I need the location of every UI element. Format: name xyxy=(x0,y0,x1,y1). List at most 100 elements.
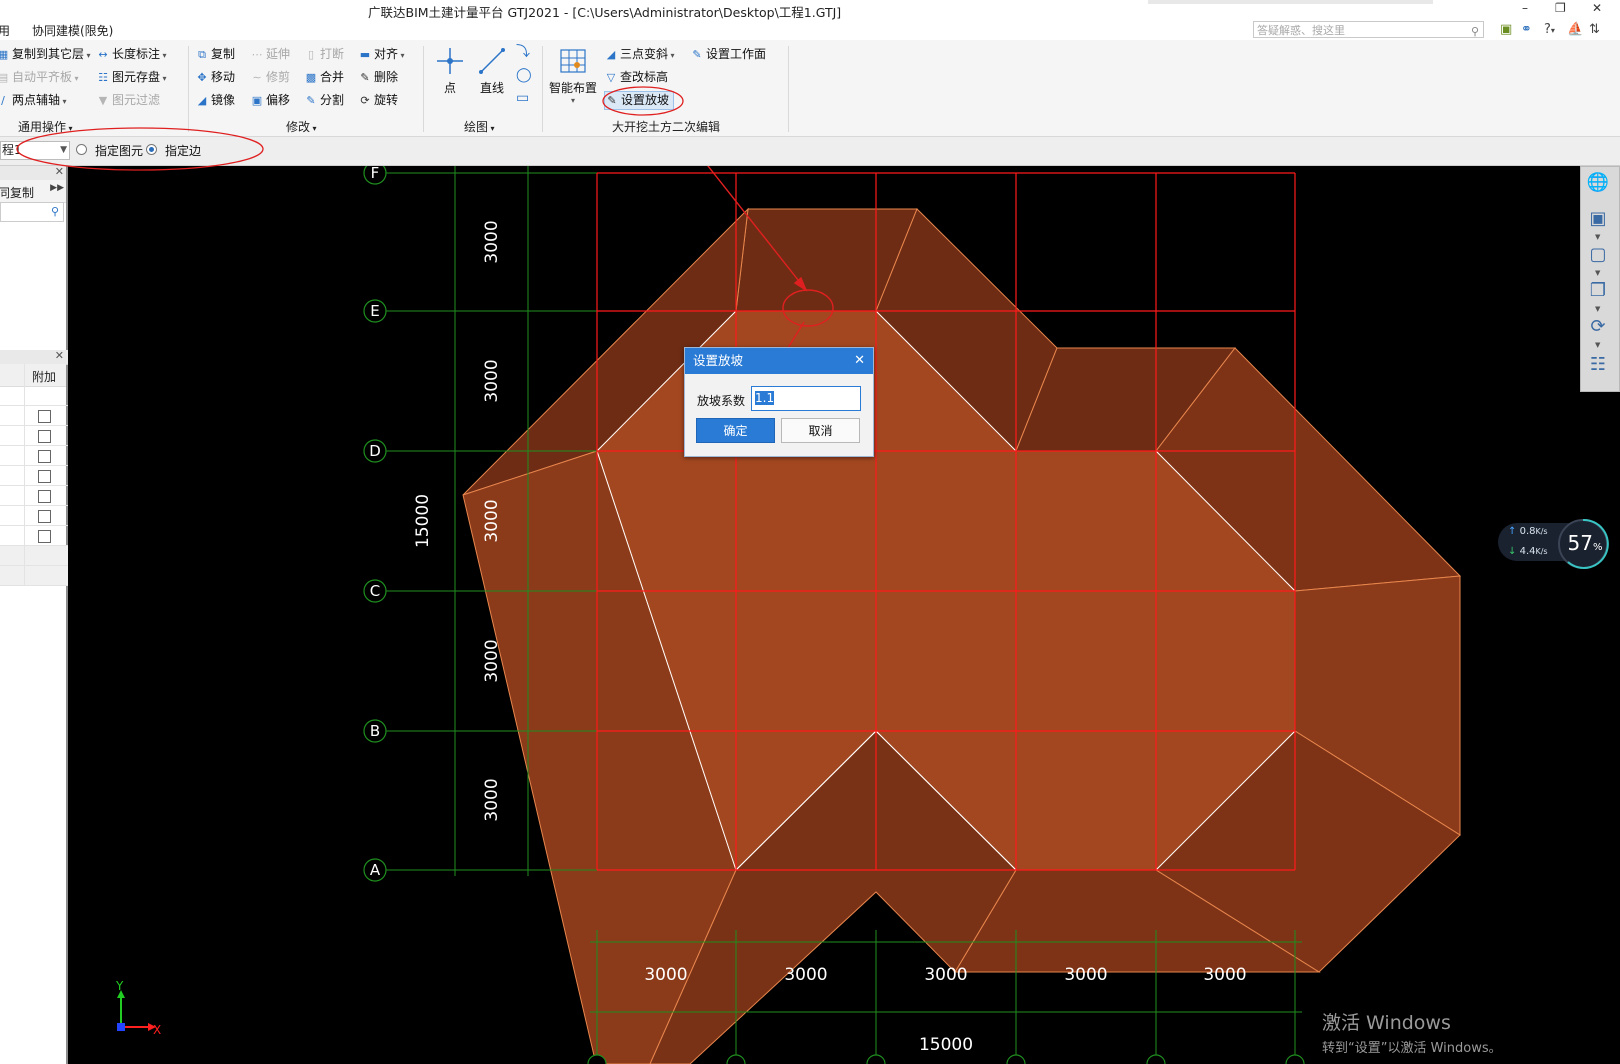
watermark-line2: 转到“设置”以激活 Windows。 xyxy=(1322,1041,1502,1056)
left-panel: ✕ 同复制 ▶▶ ⚲ ✕ 附加 xyxy=(0,165,68,1064)
two-point-axis-button[interactable]: ∕ 两点辅轴 ▾ xyxy=(0,92,66,110)
checkbox[interactable] xyxy=(38,410,51,423)
merge-icon: ▩ xyxy=(305,71,317,84)
shirt-icon[interactable]: ⛵ xyxy=(1567,22,1583,37)
checkbox[interactable] xyxy=(38,490,51,503)
chevron-down-icon[interactable]: ▼ xyxy=(1595,305,1600,313)
rotate-view-icon[interactable]: ⟳ xyxy=(1586,315,1610,339)
save-element-button[interactable]: ☷ 图元存盘 ▾ xyxy=(96,69,167,87)
delete-button[interactable]: ✎ 删除 xyxy=(358,69,398,86)
ok-button[interactable]: 确定 xyxy=(696,418,775,443)
col-dim-0: 3000 xyxy=(644,965,687,985)
globe-icon[interactable]: 🌐 xyxy=(1586,171,1610,195)
trim-button[interactable]: ∼ 修剪 xyxy=(250,69,290,86)
panel-search-input[interactable]: ⚲ xyxy=(0,202,64,222)
align-button[interactable]: ▬ 对齐 ▾ xyxy=(358,46,405,64)
menu-item-collab[interactable]: 协同建模(限免) xyxy=(32,22,113,39)
filter-element-button[interactable]: ▼ 图元过滤 xyxy=(96,92,160,109)
circle-icon[interactable]: ◯ xyxy=(516,67,532,83)
axis-x-label: X xyxy=(153,1023,161,1037)
set-workplane-button[interactable]: ✎ 设置工作面 xyxy=(690,46,766,63)
table-row xyxy=(0,406,68,426)
rectangle-icon[interactable]: ▭ xyxy=(516,90,529,106)
three-point-slope-button[interactable]: ◢ 三点变斜 ▾ xyxy=(604,46,675,64)
offset-button[interactable]: ▣ 偏移 xyxy=(250,92,290,109)
line-button[interactable]: 直线 xyxy=(474,46,510,96)
length-dim-button[interactable]: ↔ 长度标注 ▾ xyxy=(96,46,166,64)
dimension-icon: ↔ xyxy=(98,48,108,61)
checkbox[interactable] xyxy=(38,510,51,523)
chevron-down-icon[interactable]: ▼ xyxy=(1595,341,1600,349)
align-icon: ▬ xyxy=(359,48,371,61)
split-button[interactable]: ✎ 分割 xyxy=(304,92,344,109)
user-avatar-icon[interactable]: ▣ xyxy=(1500,22,1512,37)
table-row xyxy=(0,466,68,486)
merge-button[interactable]: ▩ 合并 xyxy=(304,69,344,86)
copy-to-floor-button[interactable]: ▦ 复制到其它层 ▾ xyxy=(0,46,91,64)
view-toolbar: 🌐 ▣ ▼ ▢ ▼ ❐ ▼ ⟳ ▼ ☷ xyxy=(1580,166,1620,392)
break-button[interactable]: ▯ 打断 xyxy=(304,46,344,63)
restore-icon[interactable]: ❐ xyxy=(1555,1,1566,15)
close-icon[interactable]: ✕ xyxy=(55,349,64,362)
cancel-button[interactable]: 取消 xyxy=(781,418,860,443)
table-row xyxy=(0,426,68,446)
activation-watermark: 激活 Windows 转到“设置”以激活 Windows。 xyxy=(1322,1008,1502,1056)
table-row xyxy=(0,446,68,466)
copy-row[interactable]: 同复制 ▶▶ xyxy=(0,180,68,203)
arc-icon[interactable]: ⤵ xyxy=(516,44,530,60)
tree-area[interactable] xyxy=(0,222,67,348)
download-speed: ↓ 4.4K/s xyxy=(1508,546,1548,557)
drawing-canvas[interactable]: F E D C B A 3000 3000 3000 3000 3000 150… xyxy=(68,166,1620,1064)
axis-icon: ∕ xyxy=(1,94,5,107)
check-elevation-button[interactable]: ▽ 查改标高 xyxy=(604,69,668,86)
minimize-icon[interactable]: – xyxy=(1522,1,1528,15)
help-icon[interactable]: ?▾ xyxy=(1544,22,1555,37)
chevron-down-icon[interactable]: ▼ xyxy=(1595,233,1600,241)
headset-icon[interactable]: ⚭ xyxy=(1521,22,1532,37)
copy-button[interactable]: ⧉ 复制 xyxy=(195,46,235,63)
layers-icon[interactable]: ☷ xyxy=(1586,353,1610,377)
close-icon[interactable]: ✕ xyxy=(1592,1,1602,15)
slope-coefficient-input[interactable]: 1.1 xyxy=(751,386,861,411)
break-icon: ▯ xyxy=(307,48,315,61)
checkbox[interactable] xyxy=(38,450,51,463)
view-top-icon[interactable]: ▢ xyxy=(1586,243,1610,267)
window-title: 广联达BIM土建计量平台 GTJ2021 - [C:\Users\Adminis… xyxy=(368,5,842,20)
mirror-button[interactable]: ◢ 镜像 xyxy=(195,92,235,109)
excavation-solid xyxy=(462,207,1462,1064)
group-label-modify[interactable]: 修改 ▾ xyxy=(286,118,317,135)
axis-label-b: B xyxy=(370,722,380,740)
menu-item-0[interactable]: 用 xyxy=(0,22,10,39)
table-row xyxy=(0,566,68,586)
search-icon[interactable]: ⚲ xyxy=(1471,23,1479,40)
row-dim-1: 3000 xyxy=(482,359,502,402)
checkbox[interactable] xyxy=(38,430,51,443)
axis-label-e: E xyxy=(370,302,379,320)
slope-icon: ◢ xyxy=(606,48,616,61)
copy-floor-icon: ▦ xyxy=(0,48,9,61)
table-row xyxy=(0,526,68,546)
cpu-percent: 57% xyxy=(1567,531,1603,555)
point-button[interactable]: 点 xyxy=(432,46,468,96)
line-icon xyxy=(479,48,505,74)
rotate-icon: ⟳ xyxy=(360,94,370,107)
move-icon: ✥ xyxy=(197,71,207,84)
pin-icon[interactable]: ⇅ xyxy=(1589,22,1600,37)
option-annotation xyxy=(16,127,264,171)
col-dim-2: 3000 xyxy=(924,965,967,985)
auto-align-slab-button[interactable]: ▤ 自动平齐板 ▾ xyxy=(0,69,79,87)
rotate-button[interactable]: ⟳ 旋转 xyxy=(358,92,398,109)
extend-button[interactable]: ⋯ 延伸 xyxy=(250,46,291,63)
search-input[interactable]: 答疑解惑、搜这里 ⚲ xyxy=(1253,21,1484,38)
close-icon[interactable]: ✕ xyxy=(854,348,865,374)
filter-icon: ▼ xyxy=(98,94,108,107)
checkbox[interactable] xyxy=(38,470,51,483)
view-iso-icon[interactable]: ❐ xyxy=(1586,279,1610,303)
chevron-down-icon[interactable]: ▼ xyxy=(1595,269,1600,277)
smart-layout-button[interactable]: 智能布置 ▾ xyxy=(548,46,598,105)
view-3d-icon[interactable]: ▣ xyxy=(1586,207,1610,231)
checkbox[interactable] xyxy=(38,530,51,543)
move-button[interactable]: ✥ 移动 xyxy=(195,69,235,86)
save-element-icon: ☷ xyxy=(98,71,108,84)
group-label-draw[interactable]: 绘图 ▾ xyxy=(464,118,495,135)
